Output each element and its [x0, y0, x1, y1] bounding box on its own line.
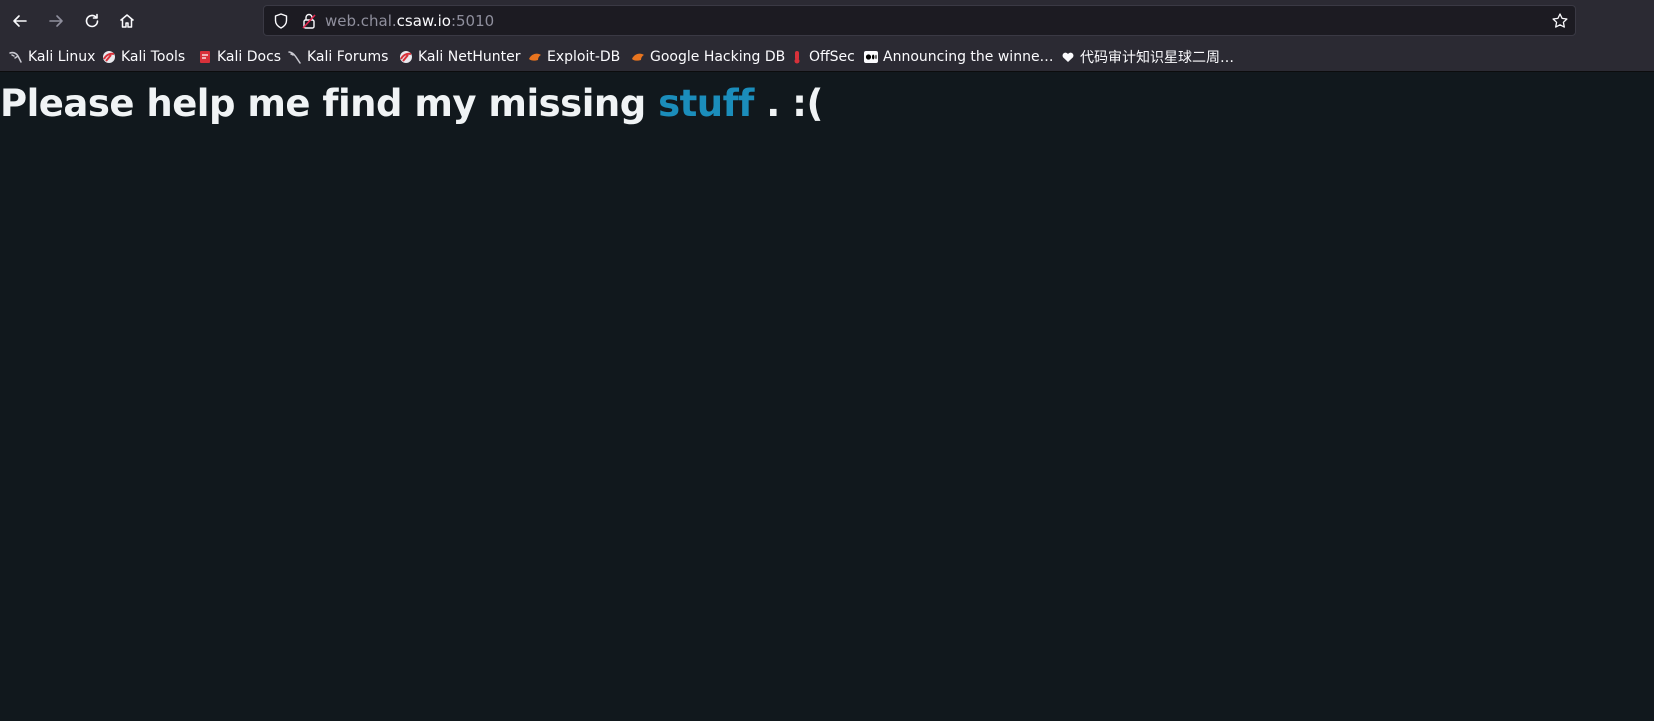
- page-content: Please help me find my missing stuff . :…: [0, 72, 1654, 721]
- reload-button[interactable]: [77, 6, 107, 36]
- heading-suffix: . :(: [753, 82, 823, 125]
- url-suffix: :5010: [450, 12, 495, 30]
- bookmark-kali-linux[interactable]: Kali Linux: [9, 47, 95, 67]
- kali-docs-icon: [200, 51, 210, 63]
- bookmark-offsec[interactable]: OffSec: [790, 47, 855, 67]
- kali-dragon-icon: [288, 51, 301, 64]
- bookmark-code-audit[interactable]: 代码审计知识星球二周…: [1061, 47, 1234, 67]
- bookmark-google-hacking-db[interactable]: Google Hacking DB: [631, 47, 785, 67]
- bookmark-kali-docs[interactable]: Kali Docs: [198, 47, 281, 67]
- arrow-right-icon: [49, 15, 63, 27]
- forward-button[interactable]: [41, 6, 71, 36]
- bookmark-label: OffSec: [809, 49, 855, 65]
- url-prefix: web.chal.: [325, 12, 397, 30]
- heart-icon: [1062, 52, 1074, 62]
- bookmark-label: Exploit-DB: [547, 49, 621, 65]
- bookmark-kali-forums[interactable]: Kali Forums: [288, 47, 388, 67]
- exploit-db-icon: [632, 53, 644, 61]
- back-button[interactable]: [5, 6, 35, 36]
- bookmark-label: Kali Forums: [307, 49, 389, 65]
- bookmark-label: Announcing the winne…: [883, 49, 1054, 65]
- kali-red-icon: [400, 51, 412, 63]
- kali-dragon-icon: [9, 51, 22, 63]
- bookmark-kali-tools[interactable]: Kali Tools: [102, 47, 185, 67]
- reload-icon: [85, 13, 99, 28]
- kali-red-icon: [103, 51, 115, 63]
- bookmarks-toolbar: Kali Linux Kali Tools Kali Docs Kali For…: [0, 42, 1654, 72]
- address-bar[interactable]: web.chal.csaw.io:5010: [263, 5, 1576, 36]
- bookmark-label: 代码审计知识星球二周…: [1080, 50, 1234, 66]
- offsec-icon: [794, 51, 800, 64]
- bookmark-exploit-db[interactable]: Exploit-DB: [528, 47, 620, 67]
- exploit-db-icon: [529, 53, 541, 61]
- insecure-lock-icon[interactable]: [300, 12, 318, 30]
- bookmark-label: Kali NetHunter: [418, 49, 521, 65]
- arrow-left-icon: [13, 15, 27, 27]
- browser-toolbar: web.chal.csaw.io:5010: [0, 0, 1654, 42]
- bookmark-label: Google Hacking DB: [650, 49, 786, 65]
- url-text[interactable]: web.chal.csaw.io:5010: [325, 12, 494, 30]
- bookmark-kali-nethunter[interactable]: Kali NetHunter: [399, 47, 520, 67]
- bookmark-label: Kali Docs: [217, 49, 282, 65]
- tracking-protection-shield-icon[interactable]: [272, 12, 290, 30]
- bookmark-label: Kali Linux: [28, 49, 96, 65]
- heading-prefix: Please help me find my missing: [0, 82, 659, 125]
- home-icon: [120, 14, 134, 28]
- page-heading: Please help me find my missing stuff . :…: [0, 82, 823, 125]
- home-button[interactable]: [112, 6, 142, 36]
- url-host: csaw.io: [396, 12, 451, 30]
- bookmark-label: Kali Tools: [121, 49, 186, 65]
- bookmark-announcing[interactable]: Announcing the winne…: [864, 47, 1054, 67]
- stuff-link[interactable]: stuff: [658, 82, 754, 125]
- medium-icon: [864, 51, 878, 63]
- bookmark-star-icon[interactable]: [1551, 12, 1569, 30]
